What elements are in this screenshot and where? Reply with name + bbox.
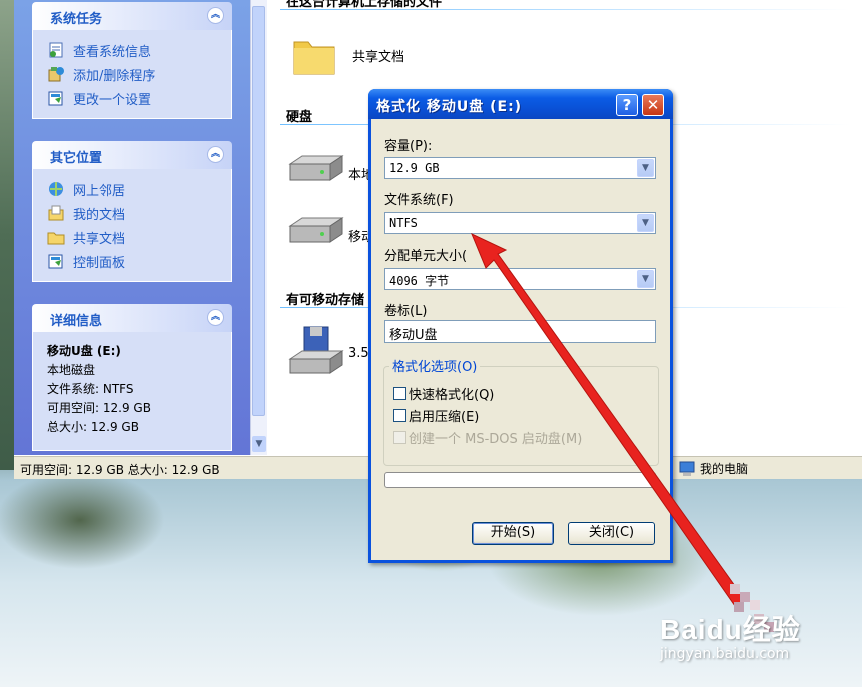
baidu-jingyan-watermark: Baidu经验 jingyan.baidu.com (660, 608, 801, 662)
watermark-url: jingyan.baidu.com (660, 646, 790, 662)
watermark-logo: Baidu经验 (660, 614, 801, 645)
